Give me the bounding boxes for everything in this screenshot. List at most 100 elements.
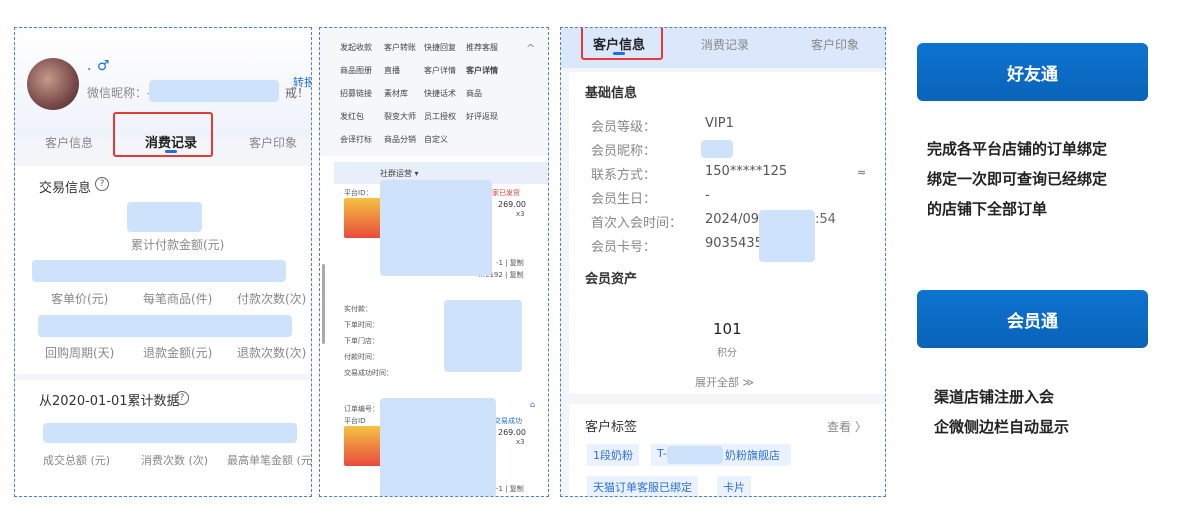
tab-customer-impression-2[interactable]: 客户印象 xyxy=(811,36,859,53)
tab-consumption-records-2[interactable]: 消费记录 xyxy=(701,36,749,53)
view-tags-link[interactable]: 查看 〉 xyxy=(827,418,867,435)
highlight-box-consumption-tab xyxy=(113,112,213,157)
tool-item[interactable]: 客户详情 xyxy=(466,65,498,76)
friend-connect-button[interactable]: 好友通 xyxy=(917,43,1148,101)
tool-item[interactable]: 客户详情 xyxy=(424,65,456,76)
order1-copy-1[interactable]: -1 | 复制 xyxy=(496,258,524,268)
avatar[interactable] xyxy=(27,58,79,110)
masked-order2-details xyxy=(380,398,496,496)
order1-platform-id: 平台ID： xyxy=(344,189,373,197)
desc1-line3: 的店铺下全部订单 xyxy=(927,200,1048,218)
tool-item[interactable]: 裂变大师 xyxy=(384,111,416,122)
desc1-line1: 完成各平台店铺的订单绑定 xyxy=(927,140,1108,158)
stat-label-consumption-count: 消费次数 (次) xyxy=(141,454,209,467)
transfer-link[interactable]: 转报 xyxy=(293,74,311,90)
cumulative-data-title: 从2020-01-01累计数据 xyxy=(39,394,180,409)
basic-info-title: 基础信息 xyxy=(585,86,638,101)
masked-nickname-value xyxy=(701,140,733,158)
join-time-suffix: :54 xyxy=(815,212,836,227)
expand-all-button[interactable]: 展开全部 ≫ xyxy=(695,374,754,390)
points-label: 积分 xyxy=(717,348,737,359)
tool-item[interactable]: 发起收款 xyxy=(340,42,372,53)
tool-item[interactable]: 直播 xyxy=(384,65,400,76)
tool-item[interactable]: 招募链接 xyxy=(340,88,372,99)
stat-label-repurchase-cycle: 回购周期(天) xyxy=(45,346,115,360)
home-icon: ⌂ xyxy=(530,400,536,409)
order2-copy[interactable]: -1 | 复制 xyxy=(496,484,524,494)
desc2-line1: 渠道店铺注册入会 xyxy=(934,388,1055,406)
masked-store-name xyxy=(667,446,723,464)
info-field-value: VIP1 xyxy=(705,116,734,131)
tool-item[interactable]: 推荐客服 xyxy=(466,42,498,53)
payment-field-label: 下单时间： xyxy=(344,321,379,329)
masked-nickname xyxy=(149,80,279,102)
gender-male-icon: ♂ xyxy=(97,58,110,74)
info-field-label: 首次入会时间： xyxy=(591,216,683,231)
stat-label-unit-price: 客单价(元) xyxy=(51,292,109,306)
tag-store-suffix: 奶粉旗舰店 xyxy=(725,449,780,462)
info-field-value: 150*****125 xyxy=(705,164,788,179)
stat-label-items-per-order: 每笔商品(件) xyxy=(143,292,213,306)
tool-item[interactable]: 商品图册 xyxy=(340,65,372,76)
tag-milk-powder-stage1[interactable]: 1段奶粉 xyxy=(587,444,639,466)
member-assets-title: 会员资产 xyxy=(585,272,638,287)
order2-platform-id: 平台ID xyxy=(344,417,366,425)
stat-label-refund-amount: 退款金额(元) xyxy=(143,346,213,360)
order2-product-image xyxy=(344,426,382,466)
info-field-value: 2024/09/ xyxy=(705,212,764,227)
info-field-value: - xyxy=(705,188,710,203)
masked-payment-values xyxy=(444,300,522,372)
tool-item[interactable]: 会译打标 xyxy=(340,134,372,145)
info-field-value: 9035435 xyxy=(705,236,763,251)
scrollbar[interactable] xyxy=(322,264,325,344)
tag-card[interactable]: 卡片 xyxy=(717,476,751,496)
masked-stats-row2 xyxy=(38,315,292,337)
cumulative-amount-label: 累计付款金额(元) xyxy=(131,238,225,252)
wechat-nickname-label: 微信昵称：- xyxy=(87,86,152,100)
tool-item[interactable]: 快捷回复 xyxy=(424,42,456,53)
tool-item[interactable]: 素材库 xyxy=(384,88,408,99)
points-value: 101 xyxy=(713,320,742,338)
desc2-line2: 企微侧边栏自动显示 xyxy=(934,418,1070,436)
tool-item[interactable]: 商品 xyxy=(466,88,482,99)
tab-customer-info[interactable]: 客户信息 xyxy=(45,134,93,151)
stat-label-total-amount: 成交总额 (元) xyxy=(43,454,111,467)
member-connect-button[interactable]: 会员通 xyxy=(917,290,1148,348)
tool-item[interactable]: 快捷话术 xyxy=(424,88,456,99)
name-dot: · xyxy=(87,62,92,78)
tool-item[interactable]: 客户转账 xyxy=(384,42,416,53)
info-field-label: 联系方式： xyxy=(591,168,657,183)
masked-stats-row1 xyxy=(32,260,286,282)
group-ops-label: 社群运营 ▾ xyxy=(380,169,419,178)
order1-product-image xyxy=(344,198,382,238)
masked-cumulative-amount xyxy=(127,202,202,232)
tool-item[interactable]: 自定义 xyxy=(424,134,448,145)
friend-connect-description: 完成各平台店铺的订单绑定 绑定一次即可查询已经绑定 的店铺下全部订单 xyxy=(927,134,1107,224)
order2-status: 交易成功 xyxy=(494,417,522,425)
eye-icon[interactable]: ≈ xyxy=(857,166,866,179)
order1-amount: 269.00 xyxy=(498,200,526,209)
sidebar-tools-panel: 发起收款 客户转账 快捷回复 推荐客服商品图册 直播 客户详情 客户详情招募链接 素材库 快捷话… xyxy=(319,27,549,497)
order1-status: 家已发货 xyxy=(492,189,520,197)
masked-join-time xyxy=(759,210,815,262)
info-field-label: 会员生日： xyxy=(591,192,657,207)
tag-tmall-bound[interactable]: 天猫订单客服已绑定 xyxy=(587,476,698,496)
stat-label-max-single-amount: 最高单笔金额 (元) xyxy=(227,454,312,467)
tool-item[interactable]: 员工授权 xyxy=(424,111,456,122)
order1-qty: x3 xyxy=(516,210,525,218)
help-icon-2[interactable]: ? xyxy=(175,391,189,405)
desc1-line2: 绑定一次即可查询已经绑定 xyxy=(927,170,1108,188)
tab-customer-impression[interactable]: 客户印象 xyxy=(249,134,297,151)
order2-amount: 269.00 xyxy=(498,428,526,437)
tool-item[interactable]: 好评返现 xyxy=(466,111,498,122)
info-field-label: 会员等级： xyxy=(591,120,657,135)
stat-label-payment-count: 付款次数(次) xyxy=(237,292,307,306)
collapse-icon[interactable]: ^ xyxy=(526,42,535,55)
order2-order-no: 订单编号： xyxy=(344,405,379,413)
tool-item[interactable]: 商品分销 xyxy=(384,134,416,145)
tool-item[interactable]: 发红包 xyxy=(340,111,364,122)
help-icon[interactable]: ? xyxy=(95,177,109,191)
payment-field-label: 实付款： xyxy=(344,305,372,313)
stat-label-refund-count: 退款次数(次) xyxy=(237,346,307,360)
info-field-label: 会员卡号： xyxy=(591,240,657,255)
